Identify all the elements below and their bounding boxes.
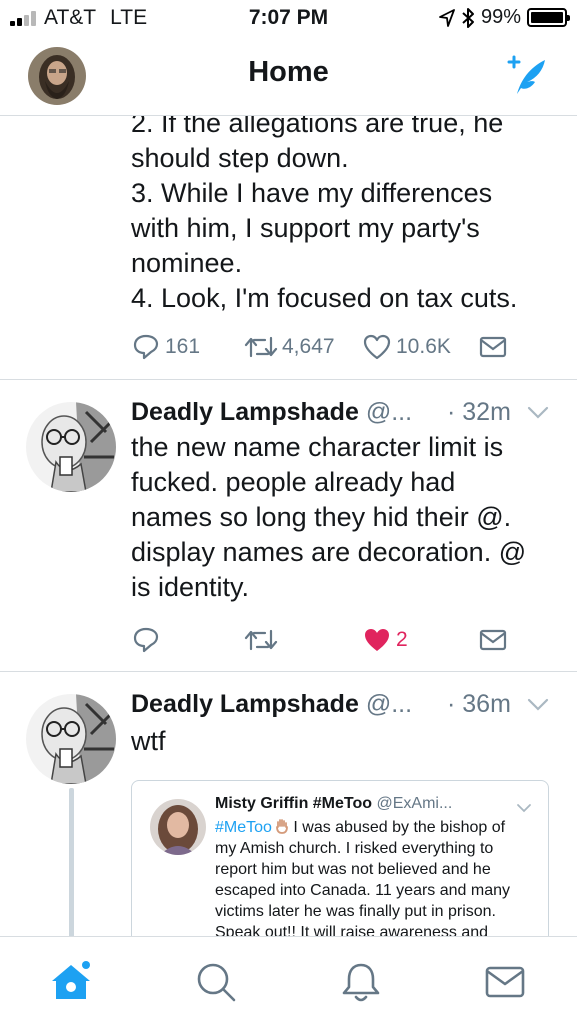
user-handle[interactable]: @... (366, 398, 412, 426)
tweet-2-line: display names are decoration. @ (131, 537, 527, 567)
tweet-time: · 36m (447, 690, 511, 718)
like-button-active[interactable]: 2 (362, 625, 408, 655)
status-right: 99% (439, 6, 570, 29)
hashtag-link[interactable]: #MeToo (215, 819, 272, 836)
home-icon (52, 961, 90, 999)
notifications-icon (342, 963, 380, 1002)
retweet-icon (244, 629, 278, 651)
like-button[interactable]: 10.6K (362, 332, 451, 362)
retweet-button[interactable]: 4,647 (244, 332, 335, 362)
page-title: Home (248, 56, 329, 88)
tweet-2-text: the new name character limit is fucked. … (131, 430, 561, 605)
status-bar: AT&T LTE 7:07 PM 99% (0, 0, 577, 40)
app-header: Home (0, 40, 577, 116)
bluetooth-icon (462, 7, 474, 28)
tweet-1-line: nominee. (131, 248, 243, 278)
quoted-line: my Amish church. I risked everything to (215, 840, 494, 857)
tweet-3-text: wtf (131, 726, 166, 756)
reply-button[interactable] (131, 625, 161, 655)
quoted-tweet-header: Misty Griffin #MeToo @ExAmi... (215, 795, 452, 813)
quoted-line: report him but was not believed and he (215, 861, 491, 878)
chevron-down-icon[interactable] (527, 406, 549, 420)
tweet-3-header: Deadly Lampshade @... (131, 690, 412, 719)
envelope-icon (479, 629, 507, 651)
thread-line (69, 788, 74, 936)
envelope-icon (479, 336, 507, 358)
retweet-icon (244, 336, 278, 358)
compose-tweet-button[interactable] (503, 52, 549, 98)
tweet-1-line: 4. Look, I'm focused on tax cuts. (131, 283, 518, 313)
reply-icon (133, 627, 159, 653)
quoted-line: victims later he was finally put in pris… (215, 903, 496, 920)
tweet-2-header: Deadly Lampshade @... (131, 398, 412, 427)
user-avatar[interactable] (26, 402, 116, 492)
quoted-tweet-text: #MeToo I was abused by the bishop of my … (215, 817, 535, 936)
battery-percent: 99% (480, 6, 521, 28)
tweet-time: · 32m (447, 398, 511, 426)
tweet-1-text: 2. If the allegations are true, he shoul… (131, 116, 561, 316)
bottom-tab-bar (0, 936, 577, 1024)
user-avatar[interactable] (26, 694, 116, 784)
reply-icon (133, 334, 159, 360)
dm-button[interactable] (478, 334, 508, 360)
like-count: 10.6K (396, 335, 451, 358)
like-count: 2 (396, 628, 408, 651)
reply-button[interactable]: 161 (131, 332, 200, 362)
tweet-1-line: 3. While I have my differences (131, 178, 493, 208)
messages-icon (485, 966, 525, 998)
tweet-divider (0, 671, 577, 672)
tab-notifications[interactable] (338, 959, 384, 1005)
quoted-line: escaped into Canada. 11 years and many (215, 882, 511, 899)
timeline-feed[interactable]: 2. If the allegations are true, he shoul… (0, 116, 577, 936)
quoted-chevron-down-icon (517, 804, 531, 813)
tweet-1-line: 2. If the allegations are true, he (131, 116, 504, 138)
tab-messages[interactable] (482, 959, 528, 1005)
tweet-2-line: fucked. people already had (131, 467, 456, 497)
battery-icon (527, 8, 570, 27)
heart-filled-icon (365, 629, 389, 651)
retweet-count: 4,647 (282, 335, 335, 358)
chevron-down-icon[interactable] (527, 698, 549, 712)
reply-count: 161 (165, 335, 201, 358)
quoted-line: I was abused by the bishop of (288, 819, 506, 836)
tweet-2-line: names so long they hid their @. (131, 502, 512, 532)
location-arrow-icon (439, 8, 455, 27)
tweet-1-line: should step down. (131, 143, 349, 173)
tweet-1-line: with him, I support my party's (131, 213, 480, 243)
tweet-2-line: is identity. (131, 572, 250, 602)
quoted-display-name: Misty Griffin #MeToo (215, 795, 373, 812)
quoted-user-avatar (150, 799, 206, 855)
compose-feather-icon (507, 55, 545, 94)
display-name[interactable]: Deadly Lampshade (131, 690, 359, 718)
quoted-tweet-card[interactable]: Misty Griffin #MeToo @ExAmi... #MeToo I … (131, 780, 549, 936)
dm-button[interactable] (478, 627, 508, 653)
display-name[interactable]: Deadly Lampshade (131, 398, 359, 426)
user-handle[interactable]: @... (366, 690, 412, 718)
quoted-user-handle: @ExAmi... (376, 795, 453, 812)
heart-icon (363, 334, 391, 360)
tweet-2-line: the new name character limit is (131, 432, 504, 462)
quoted-line: Speak out!! It will raise awareness and (215, 924, 489, 936)
tab-home[interactable] (48, 959, 94, 1005)
search-icon (197, 963, 236, 1002)
raised-hand-emoji-icon (276, 819, 288, 834)
tab-search[interactable] (193, 959, 239, 1005)
retweet-button[interactable] (244, 625, 278, 655)
tweet-divider (0, 379, 577, 380)
